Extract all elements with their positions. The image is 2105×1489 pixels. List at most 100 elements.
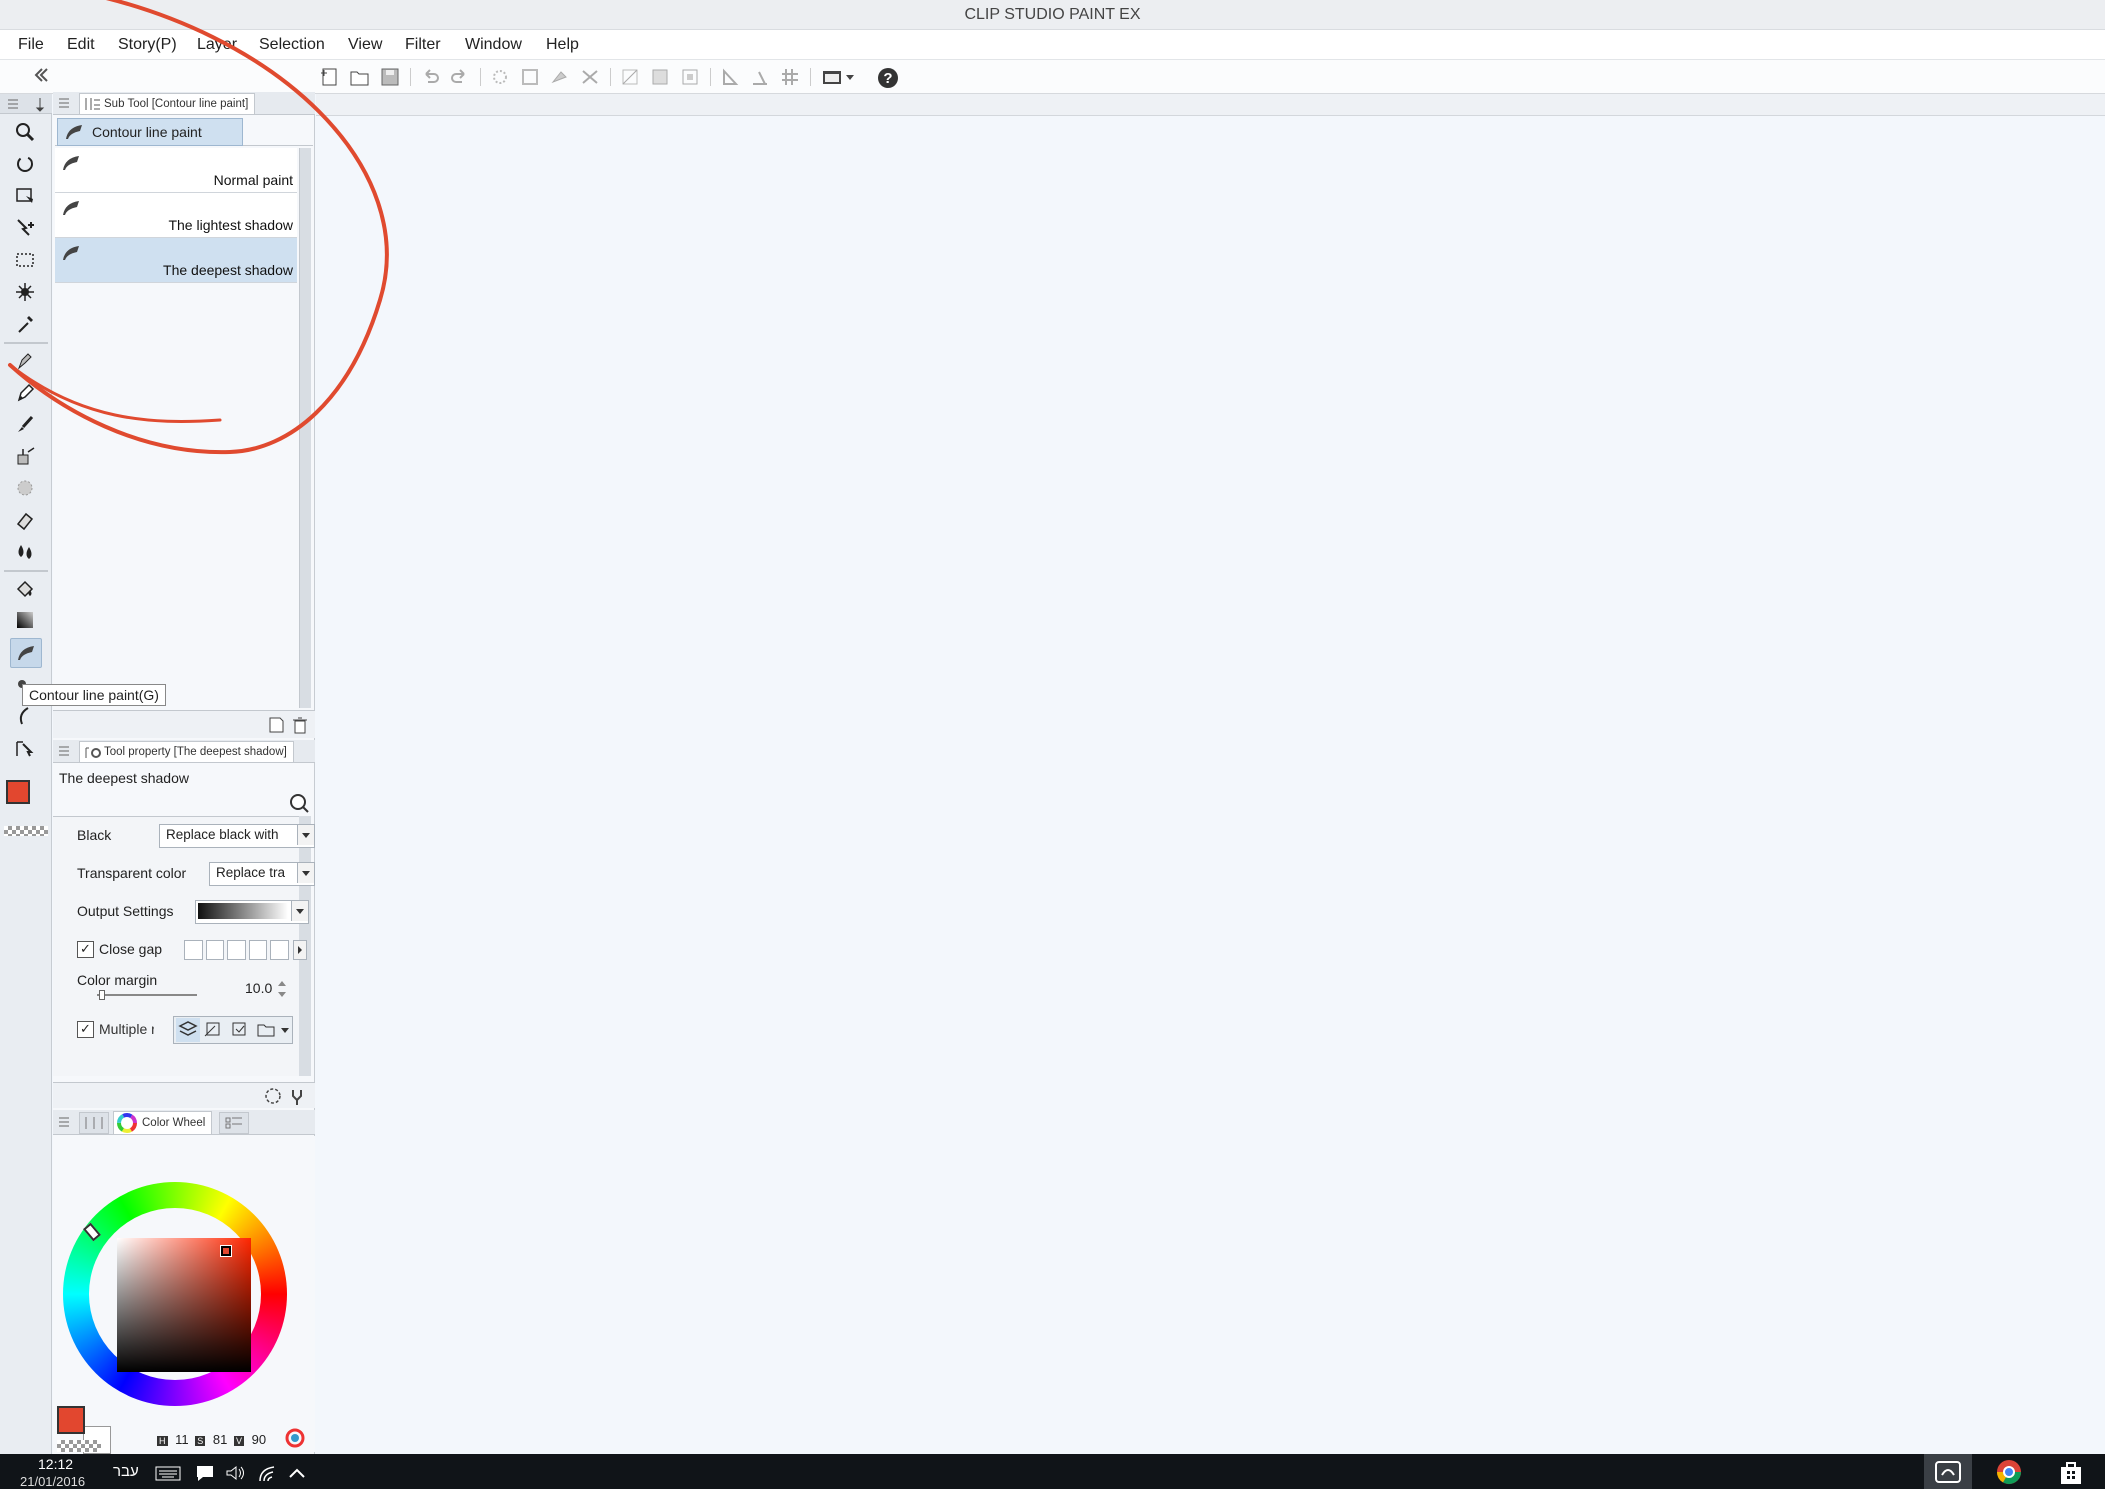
tool-decoration[interactable]: [10, 474, 40, 502]
menu-file[interactable]: File: [18, 36, 44, 54]
close-gap-checkbox[interactable]: ✓: [77, 941, 94, 958]
shrink-selection-icon[interactable]: [678, 66, 702, 88]
gap-level-selector[interactable]: [184, 940, 289, 960]
tool-zoom[interactable]: [10, 118, 40, 146]
taskbar-app-store[interactable]: [2050, 1454, 2092, 1489]
copy-subtool-icon[interactable]: [267, 716, 285, 734]
clock-time[interactable]: 12:12: [38, 1456, 73, 1472]
main-color-chip[interactable]: [6, 780, 30, 804]
pen-tab-icon[interactable]: [33, 96, 47, 112]
folder-layer-icon[interactable]: [254, 1018, 278, 1042]
menu-layer[interactable]: Layer: [197, 36, 237, 54]
subtool-group-button[interactable]: Contour line paint: [57, 118, 243, 146]
tab-color-wheel[interactable]: Color Wheel: [113, 1111, 213, 1134]
transparent-color-chip[interactable]: [4, 826, 48, 836]
tool-pencil[interactable]: [10, 378, 40, 406]
help-icon[interactable]: ?: [876, 66, 900, 88]
all-layers-icon[interactable]: [176, 1018, 200, 1042]
undo-icon[interactable]: [418, 66, 442, 88]
volume-icon[interactable]: [224, 1463, 246, 1483]
ruler-snap-icon[interactable]: [718, 66, 742, 88]
canvas-area[interactable]: [316, 94, 2105, 1454]
transparent-color-chip[interactable]: [57, 1440, 101, 1452]
color-margin-slider[interactable]: [97, 994, 197, 996]
tool-airbrush[interactable]: [10, 442, 40, 470]
tool-selection[interactable]: [10, 246, 40, 274]
tab-tool-property[interactable]: Tool property [The deepest shadow]: [79, 741, 294, 762]
tool-auto-select[interactable]: [10, 278, 40, 306]
menu-filter[interactable]: Filter: [405, 36, 441, 54]
gap-level-option[interactable]: [205, 940, 225, 960]
output-settings-dropdown[interactable]: [195, 900, 309, 924]
chevron-up-icon[interactable]: [286, 1463, 308, 1483]
reference-layer-icon[interactable]: [202, 1018, 226, 1042]
open-file-icon[interactable]: [348, 66, 372, 88]
tool-eraser[interactable]: [10, 506, 40, 534]
panel-menu-icon[interactable]: [6, 97, 20, 111]
panel-menu-icon[interactable]: [57, 96, 71, 110]
clock-date[interactable]: 21/01/2016: [20, 1474, 85, 1489]
tool-contour-line-paint[interactable]: [10, 638, 42, 668]
reset-icon[interactable]: [263, 1086, 283, 1106]
chevron-down-icon[interactable]: [278, 1017, 292, 1043]
menu-edit[interactable]: Edit: [67, 36, 95, 54]
h-value[interactable]: 11: [175, 1432, 189, 1447]
keyboard-icon[interactable]: [154, 1463, 182, 1483]
reference-layer-selector[interactable]: [173, 1016, 293, 1044]
search-icon[interactable]: [288, 792, 310, 814]
invert-selection-icon[interactable]: [618, 66, 642, 88]
tool-blend[interactable]: [10, 538, 40, 566]
gap-level-option[interactable]: [184, 940, 203, 960]
layout-menu-icon[interactable]: [820, 66, 860, 88]
fill-selection-icon[interactable]: [548, 66, 572, 88]
tool-rotate[interactable]: [10, 150, 40, 178]
taskbar-app-chrome[interactable]: [1988, 1454, 2030, 1489]
chevron-right-icon[interactable]: [293, 940, 307, 960]
gap-level-option[interactable]: [227, 940, 246, 960]
main-color-chip[interactable]: [57, 1406, 85, 1434]
subtool-item[interactable]: The lightest shadow: [55, 193, 297, 238]
tool-ruler[interactable]: [10, 702, 40, 730]
clear-icon[interactable]: [488, 66, 512, 88]
tool-pen[interactable]: [10, 346, 40, 374]
v-value[interactable]: 90: [252, 1432, 266, 1447]
black-dropdown[interactable]: Replace black with: [159, 824, 315, 848]
transparent-dropdown[interactable]: Replace tra: [209, 862, 315, 886]
menu-window[interactable]: Window: [465, 36, 522, 54]
menu-view[interactable]: View: [348, 36, 382, 54]
gap-level-option[interactable]: [248, 940, 268, 960]
tool-object[interactable]: [10, 182, 40, 210]
panel-menu-icon[interactable]: [57, 1115, 71, 1129]
notification-icon[interactable]: [194, 1463, 216, 1483]
color-set-tab-icon[interactable]: [219, 1112, 249, 1134]
menu-selection[interactable]: Selection: [259, 36, 325, 54]
menu-story[interactable]: Story(P): [118, 36, 177, 54]
subtool-item-selected[interactable]: The deepest shadow: [55, 238, 297, 283]
selected-layer-icon[interactable]: [228, 1018, 252, 1042]
saturation-value-square[interactable]: [117, 1238, 251, 1372]
tool-move-layer[interactable]: [10, 214, 40, 242]
sv-picker-handle[interactable]: [220, 1245, 232, 1257]
transform-icon[interactable]: [518, 66, 542, 88]
menu-help[interactable]: Help: [546, 36, 579, 54]
tool-brush[interactable]: [10, 410, 40, 438]
tool-correct-line[interactable]: [10, 734, 40, 762]
tab-subtool[interactable]: Sub Tool [Contour line paint]: [79, 93, 256, 114]
taskbar-app-clip-studio[interactable]: [1924, 1454, 1972, 1489]
panel-menu-icon[interactable]: [57, 744, 71, 758]
s-value[interactable]: 81: [213, 1432, 227, 1447]
trash-icon[interactable]: [291, 716, 309, 734]
multiple-reference-checkbox[interactable]: ✓: [77, 1021, 94, 1038]
grid-snap-icon[interactable]: [778, 66, 802, 88]
stepper-icon[interactable]: [277, 978, 287, 1000]
redo-icon[interactable]: [448, 66, 472, 88]
color-margin-value[interactable]: 10.0: [245, 980, 272, 996]
expand-selection-icon[interactable]: [648, 66, 672, 88]
subtool-scrollbar[interactable]: [299, 148, 311, 708]
network-icon[interactable]: [256, 1463, 278, 1483]
tool-fill[interactable]: [10, 574, 40, 602]
gap-level-option[interactable]: [270, 940, 289, 960]
collapse-panel-icon[interactable]: [30, 64, 54, 86]
tool-gradient[interactable]: [10, 606, 40, 634]
new-file-icon[interactable]: [318, 66, 342, 88]
